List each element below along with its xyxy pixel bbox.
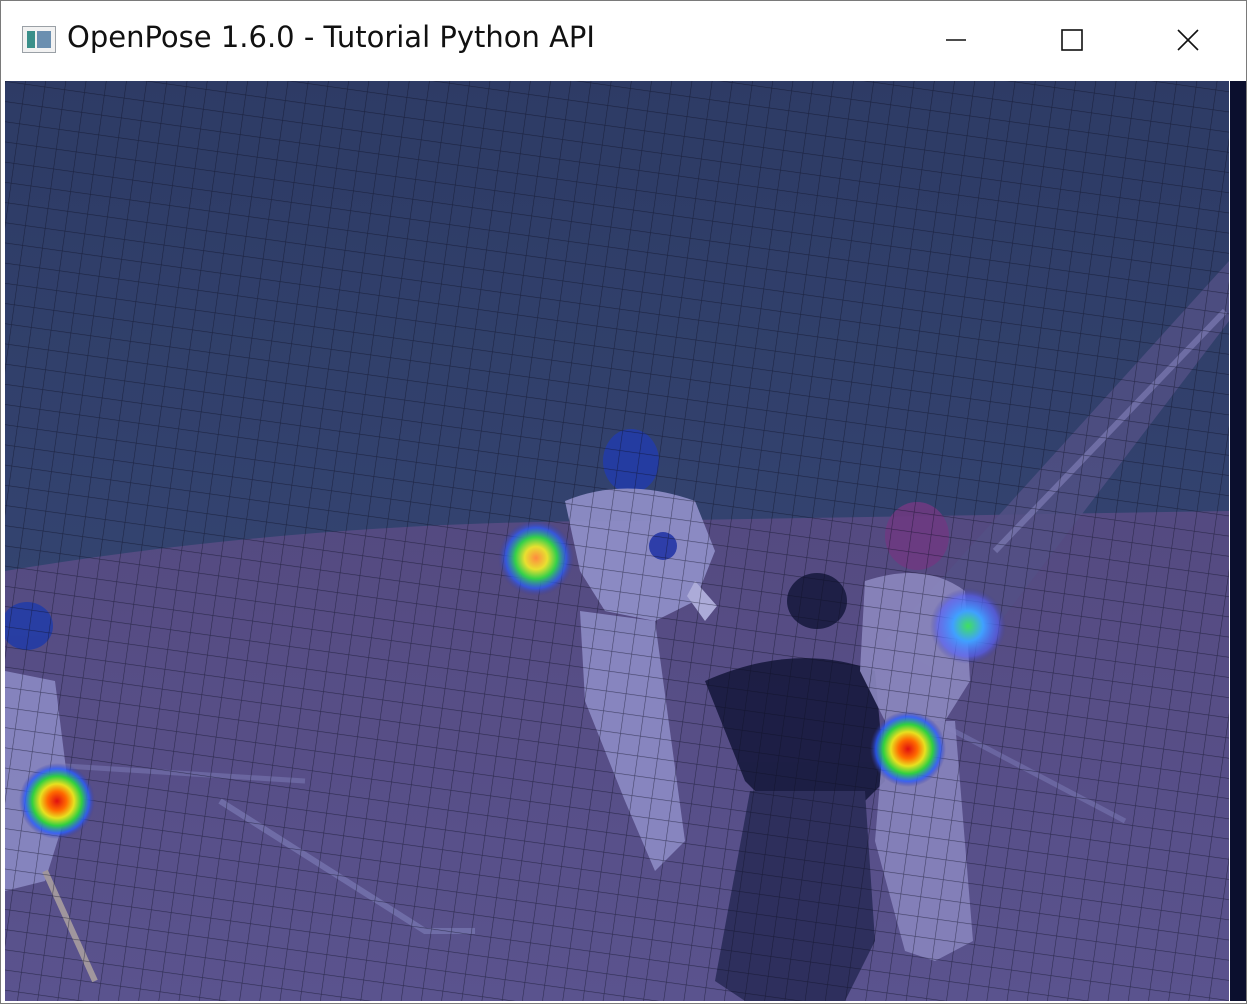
baseball-scene-image	[5, 81, 1229, 1001]
close-icon	[1177, 29, 1199, 51]
image-viewport	[5, 81, 1229, 1001]
heatmap-blob-batter-hand	[498, 520, 574, 596]
maximize-icon	[1061, 29, 1083, 51]
maximize-button[interactable]	[1014, 1, 1130, 79]
window-app-icon[interactable]	[22, 26, 56, 53]
heatmap-blob-ondeck-hand	[19, 763, 95, 839]
close-button[interactable]	[1130, 1, 1246, 79]
window-title: OpenPose 1.6.0 - Tutorial Python API	[67, 20, 595, 54]
heatmap-blob-catcher-hand	[930, 588, 1006, 664]
heatmap-blob-umpire-hand	[870, 711, 946, 787]
title-bar[interactable]: OpenPose 1.6.0 - Tutorial Python API	[1, 1, 1246, 79]
app-window: OpenPose 1.6.0 - Tutorial Python API	[0, 0, 1247, 1004]
minimize-icon	[946, 39, 966, 41]
image-edge-strip	[1230, 81, 1246, 1001]
minimize-button[interactable]	[898, 1, 1014, 79]
